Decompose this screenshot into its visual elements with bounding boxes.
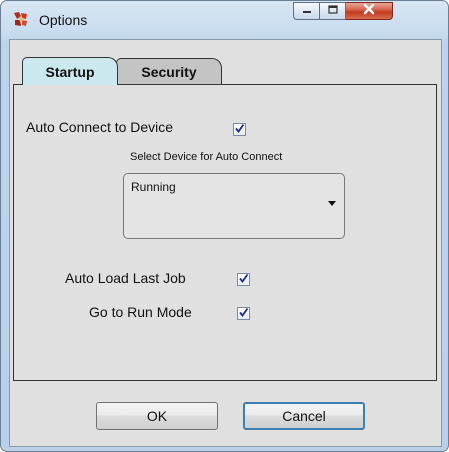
auto-connect-checkbox[interactable] bbox=[233, 123, 246, 136]
tab-security[interactable]: Security bbox=[116, 58, 222, 84]
maximize-icon bbox=[327, 2, 338, 20]
checkmark-icon bbox=[238, 271, 249, 289]
device-select-dropdown[interactable]: Running bbox=[123, 173, 345, 239]
auto-load-last-job-checkbox[interactable] bbox=[237, 273, 250, 286]
minimize-button[interactable] bbox=[293, 2, 320, 20]
minimize-icon bbox=[302, 2, 312, 20]
tab-startup-label: Startup bbox=[45, 63, 95, 80]
checkmark-icon bbox=[234, 121, 245, 139]
options-window: Options Startup Security Auto Connect to… bbox=[0, 0, 449, 452]
maximize-button[interactable] bbox=[320, 2, 346, 20]
chevron-down-icon bbox=[328, 201, 336, 206]
gear-app-icon bbox=[11, 9, 31, 29]
go-to-run-mode-checkbox[interactable] bbox=[237, 307, 250, 320]
device-select-caption: Select Device for Auto Connect bbox=[130, 151, 283, 163]
startup-tab-panel: Auto Connect to Device Select Device for… bbox=[13, 84, 437, 381]
close-button[interactable] bbox=[346, 2, 393, 20]
auto-connect-label: Auto Connect to Device bbox=[26, 119, 174, 135]
tab-startup[interactable]: Startup bbox=[22, 57, 118, 85]
cancel-button[interactable]: Cancel bbox=[243, 402, 365, 430]
checkmark-icon bbox=[238, 305, 249, 323]
device-select-value: Running bbox=[131, 180, 176, 194]
caption-buttons bbox=[293, 2, 393, 22]
cancel-button-label: Cancel bbox=[282, 408, 326, 424]
close-icon bbox=[363, 2, 375, 20]
ok-button[interactable]: OK bbox=[96, 402, 218, 430]
ok-button-label: OK bbox=[146, 408, 168, 424]
dialog-client-area: Startup Security Auto Connect to Device … bbox=[9, 39, 442, 447]
title-bar[interactable]: Options bbox=[1, 1, 448, 39]
go-to-run-mode-label: Go to Run Mode bbox=[89, 304, 192, 320]
tab-security-label: Security bbox=[141, 63, 197, 80]
window-title: Options bbox=[39, 12, 88, 28]
auto-load-last-job-label: Auto Load Last Job bbox=[65, 270, 186, 286]
